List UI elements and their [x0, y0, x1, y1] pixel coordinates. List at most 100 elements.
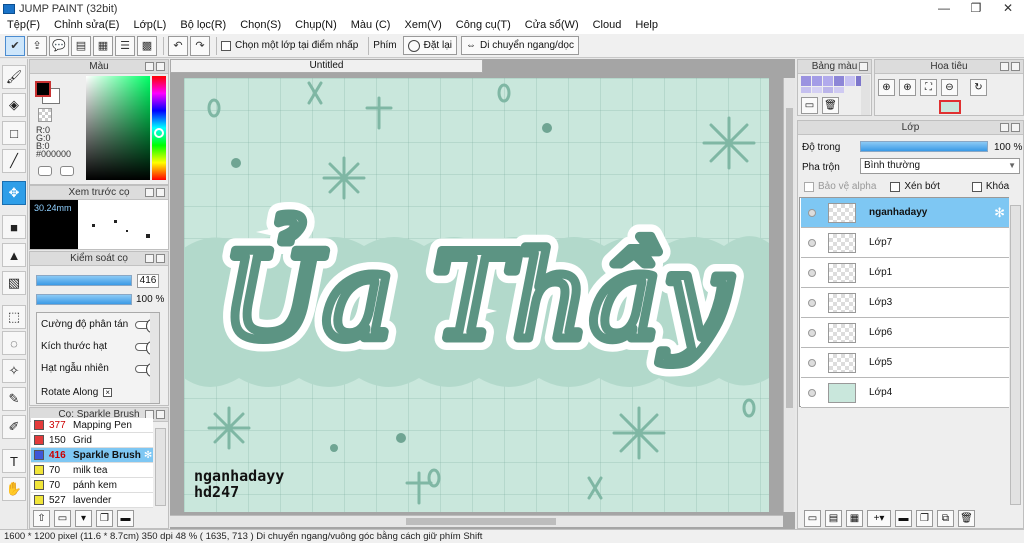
- select-layer-checkbox[interactable]: Chọn một lớp tại điểm nhấp: [221, 40, 358, 51]
- text-tool-icon[interactable]: T: [2, 449, 26, 473]
- new-layer-menu-icon[interactable]: +▾: [867, 509, 891, 527]
- menu-cloud[interactable]: Cloud: [586, 17, 629, 34]
- menu-edit[interactable]: Chỉnh sửa(E): [47, 17, 126, 34]
- menu-filter[interactable]: Bộ lọc(R): [173, 17, 233, 34]
- rectangle-tool-icon[interactable]: □: [2, 121, 26, 145]
- menu-tools[interactable]: Công cụ(T): [449, 17, 518, 34]
- undo-icon[interactable]: ↶: [168, 35, 188, 56]
- new-brush-icon[interactable]: ▭: [54, 509, 71, 527]
- brush-upload-icon[interactable]: ⇧: [33, 509, 50, 527]
- delete-layer-icon[interactable]: 🗑: [958, 509, 975, 527]
- list-icon[interactable]: ☰: [115, 35, 135, 56]
- close-panel-icon[interactable]: [156, 254, 165, 263]
- brush-copy-icon[interactable]: ❐: [96, 509, 113, 527]
- popout-icon[interactable]: [1000, 62, 1009, 71]
- fg-color-swatch[interactable]: [35, 81, 51, 97]
- protect-alpha-checkbox[interactable]: [804, 181, 814, 192]
- merge-layer-icon[interactable]: ⧉: [937, 509, 954, 527]
- color-swatch[interactable]: [812, 87, 822, 93]
- brush-item[interactable]: 527 lavender: [31, 493, 153, 508]
- gear-icon[interactable]: ✻: [994, 205, 1005, 221]
- scroll-thumb[interactable]: [406, 518, 556, 525]
- color-swatch[interactable]: [801, 76, 811, 86]
- visibility-icon[interactable]: [808, 298, 816, 307]
- clipping-checkbox[interactable]: [890, 181, 901, 192]
- new-raster-icon[interactable]: ▤: [825, 509, 842, 527]
- duplicate-layer-icon[interactable]: ❐: [916, 509, 933, 527]
- brush-tool-icon[interactable]: 🖌: [2, 65, 26, 89]
- transparent-color-swatch[interactable]: [38, 108, 52, 122]
- menu-color[interactable]: Màu (C): [344, 17, 398, 34]
- minimize-button[interactable]: —: [928, 0, 960, 17]
- menu-help[interactable]: Help: [628, 17, 665, 34]
- color-swatch[interactable]: [823, 87, 833, 93]
- popout-icon[interactable]: [1000, 123, 1009, 132]
- layer-row[interactable]: Lớp3: [801, 288, 1009, 318]
- popout-icon[interactable]: [145, 254, 154, 263]
- select-pen-tool-icon[interactable]: ✎: [2, 387, 26, 411]
- rect-select-tool-icon[interactable]: ⬚: [2, 305, 26, 329]
- layer-row[interactable]: Lớp4: [801, 378, 1009, 408]
- options-scrollbar[interactable]: [150, 313, 159, 403]
- new-color-icon[interactable]: ▭: [801, 96, 818, 114]
- visibility-icon[interactable]: [808, 358, 816, 367]
- reset-button[interactable]: Đặt lại: [402, 36, 457, 55]
- close-panel-icon[interactable]: [156, 410, 165, 419]
- brush-folder-icon[interactable]: ▬: [117, 509, 134, 527]
- brush-list-scrollbar[interactable]: [155, 428, 166, 506]
- popout-icon[interactable]: [859, 62, 868, 71]
- brush-item[interactable]: 70 milk tea: [31, 463, 153, 478]
- menu-capture[interactable]: Chụp(N): [288, 17, 344, 34]
- close-panel-icon[interactable]: [156, 62, 165, 71]
- layer-folder-icon[interactable]: ▬: [895, 509, 912, 527]
- navigator-thumbnail[interactable]: [939, 100, 961, 114]
- brush-item-selected[interactable]: 416 Sparkle Brush ✻: [31, 448, 153, 463]
- new-halftone-icon[interactable]: ▦: [846, 509, 863, 527]
- fit-view-icon[interactable]: ⛶: [920, 78, 937, 96]
- zoom-in-alt-icon[interactable]: ⊕: [899, 78, 916, 96]
- scroll-thumb[interactable]: [786, 108, 793, 408]
- color-swatch[interactable]: [823, 76, 833, 86]
- fill-rect-tool-icon[interactable]: ■: [2, 215, 26, 239]
- menu-layer[interactable]: Lớp(L): [126, 17, 173, 34]
- brush-item[interactable]: 150 Grid: [31, 433, 153, 448]
- layer-row[interactable]: Lớp5: [801, 348, 1009, 378]
- layer-row[interactable]: Lớp7: [801, 228, 1009, 258]
- brush-size-slider[interactable]: [36, 275, 132, 286]
- layer-row-selected[interactable]: nganhadayy ✻: [801, 198, 1009, 228]
- move-hv-button[interactable]: ⇔ Di chuyển ngang/dọc: [461, 36, 579, 55]
- brush-item[interactable]: 377 Mapping Pen: [31, 418, 153, 433]
- rotate-along-checkbox[interactable]: ×: [103, 388, 113, 397]
- zoom-out-icon[interactable]: ⊖: [941, 78, 958, 96]
- close-panel-icon[interactable]: [156, 188, 165, 197]
- comment-icon[interactable]: 💬: [49, 35, 69, 56]
- checkbox-box[interactable]: [221, 40, 231, 51]
- bucket-tool-icon[interactable]: ▲: [2, 243, 26, 267]
- canvas-vertical-scrollbar[interactable]: [783, 78, 795, 512]
- new-layer-icon[interactable]: ▭: [804, 509, 821, 527]
- artboard[interactable]: Ủa Thầy Ủa Thầy nganhadayy hd247: [184, 78, 769, 512]
- brush-size-input[interactable]: 416: [137, 274, 159, 288]
- zoom-in-icon[interactable]: ⊕: [878, 78, 895, 96]
- color-swatch[interactable]: [834, 87, 844, 93]
- canvas-horizontal-scrollbar[interactable]: [170, 515, 783, 527]
- brush-item[interactable]: 70 pánh kem: [31, 478, 153, 493]
- lock-checkbox[interactable]: [971, 181, 982, 192]
- menu-window[interactable]: Cửa sổ(W): [518, 17, 586, 34]
- layer-row[interactable]: Lớp6: [801, 318, 1009, 348]
- line-tool-icon[interactable]: ╱: [2, 149, 26, 173]
- color-swatch[interactable]: [801, 87, 811, 93]
- check-icon[interactable]: ✔: [5, 35, 25, 56]
- close-panel-icon[interactable]: [1011, 62, 1020, 71]
- palette-icon[interactable]: [60, 166, 74, 176]
- hand-tool-icon[interactable]: ✋: [2, 477, 26, 501]
- popout-icon[interactable]: [145, 188, 154, 197]
- saturation-value-picker[interactable]: [86, 76, 150, 180]
- hue-handle[interactable]: [154, 128, 164, 138]
- color-swatch[interactable]: [845, 76, 855, 86]
- layer-list-scrollbar[interactable]: [1010, 205, 1021, 505]
- export-icon[interactable]: ⇪: [27, 35, 47, 56]
- layer-row[interactable]: Lớp1: [801, 258, 1009, 288]
- document-tab[interactable]: Untitled: [170, 59, 483, 73]
- close-button[interactable]: ✕: [992, 0, 1024, 17]
